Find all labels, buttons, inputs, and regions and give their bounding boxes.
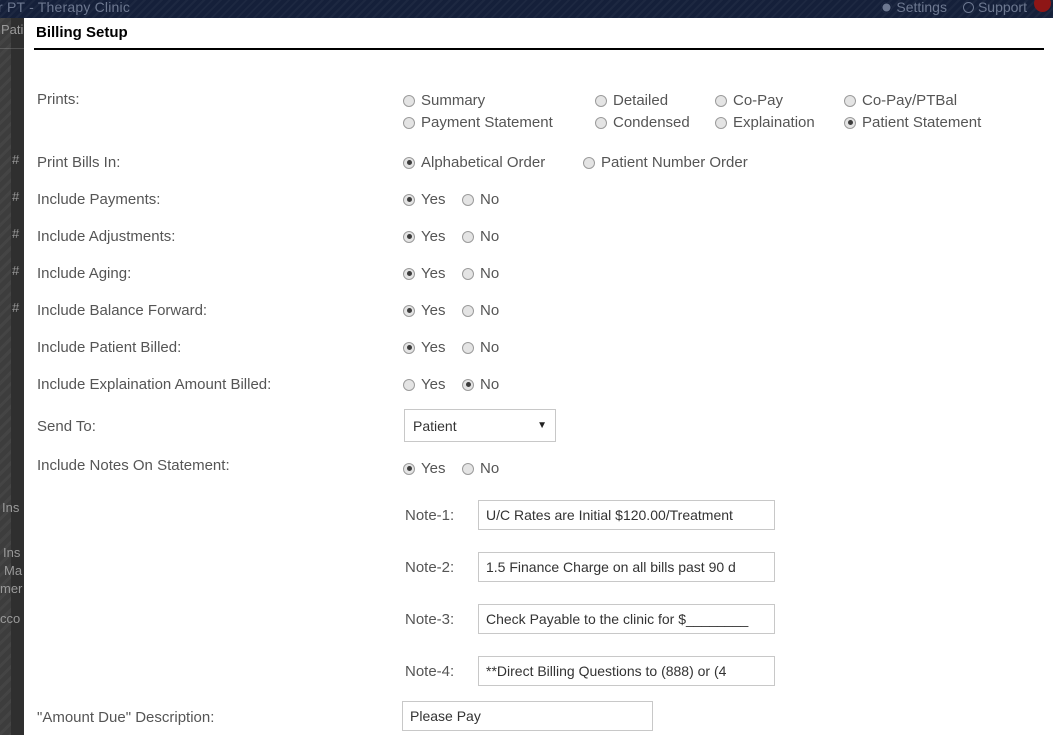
radio-indicator	[715, 116, 727, 129]
radio-indicator	[403, 304, 415, 317]
radio-indicator	[403, 116, 415, 129]
note-1-label: Note-1:	[405, 507, 455, 524]
billing-setup-form: Prints: Summary Detailed Co-Pay Co-Pay/P…	[24, 50, 1053, 735]
background-text-fragment: #	[12, 152, 20, 167]
radio-indicator	[403, 378, 415, 391]
include-balance-forward-label: Include Balance Forward:	[37, 302, 208, 319]
radio-include-balance-forward-yes[interactable]: Yes	[403, 302, 445, 319]
radio-indicator	[583, 156, 595, 169]
send-to-label: Send To:	[37, 418, 96, 435]
note-4-input[interactable]	[478, 656, 775, 686]
radio-include-balance-forward-no[interactable]: No	[462, 302, 499, 319]
include-aging-label: Include Aging:	[37, 265, 132, 282]
radio-explaination[interactable]: Explaination	[715, 114, 815, 131]
page-title: Billing Setup	[36, 24, 128, 41]
amount-due-description-input[interactable]	[402, 701, 653, 731]
note-3-input[interactable]	[478, 604, 775, 634]
radio-indicator	[462, 462, 474, 475]
background-app-content: Pati # # # # # Ins Ins Ma mer cco	[0, 18, 24, 735]
settings-link[interactable]: Settings	[881, 0, 947, 16]
radio-alphabetical-order[interactable]: Alphabetical Order	[403, 154, 545, 171]
radio-payment-statement[interactable]: Payment Statement	[403, 114, 553, 131]
app-top-bar: er PT - Therapy Clinic Settings Support	[0, 0, 1053, 18]
radio-include-notes-no[interactable]: No	[462, 460, 499, 477]
send-to-value: Patient	[413, 417, 457, 434]
background-text-fragment: Ins	[3, 545, 21, 560]
app-title: er PT - Therapy Clinic	[0, 0, 131, 15]
radio-include-adjustments-no[interactable]: No	[462, 228, 499, 245]
radio-include-payments-no[interactable]: No	[462, 191, 499, 208]
settings-label: Settings	[896, 0, 947, 15]
prints-label: Prints:	[37, 91, 80, 108]
support-link[interactable]: Support	[962, 0, 1027, 16]
radio-include-aging-yes[interactable]: Yes	[403, 265, 445, 282]
amount-due-description-label: "Amount Due" Description:	[37, 709, 215, 726]
radio-indicator	[403, 156, 415, 169]
app-top-bar-actions: Settings Support	[881, 0, 1027, 16]
radio-include-patient-billed-no[interactable]: No	[462, 339, 499, 356]
support-label: Support	[977, 0, 1027, 15]
dialog-header: Billing Setup	[24, 18, 1053, 48]
background-text-fragment: #	[12, 263, 20, 278]
radio-indicator	[715, 94, 727, 107]
radio-indicator	[595, 94, 607, 107]
radio-indicator	[403, 462, 415, 475]
note-1-input[interactable]	[478, 500, 775, 530]
background-text-fragment: Ins	[2, 500, 20, 515]
radio-indicator	[462, 341, 474, 354]
background-text-fragment: cco	[0, 611, 21, 626]
radio-patient-number-order[interactable]: Patient Number Order	[583, 154, 748, 171]
radio-summary[interactable]: Summary	[403, 92, 485, 109]
background-text-fragment: #	[12, 300, 20, 315]
radio-indicator	[462, 230, 474, 243]
note-4-label: Note-4:	[405, 663, 455, 680]
radio-indicator	[403, 267, 415, 280]
billing-setup-dialog: Billing Setup Prints: Summary Detailed C…	[24, 18, 1053, 735]
print-bills-in-label: Print Bills In:	[37, 154, 121, 171]
include-adjustments-label: Include Adjustments:	[37, 228, 176, 245]
radio-include-explaination-amount-billed-yes[interactable]: Yes	[403, 376, 445, 393]
radio-include-payments-yes[interactable]: Yes	[403, 191, 445, 208]
include-notes-on-statement-label: Include Notes On Statement:	[37, 457, 230, 474]
background-column	[11, 18, 24, 735]
radio-patient-statement[interactable]: Patient Statement	[844, 114, 981, 131]
include-payments-label: Include Payments:	[37, 191, 161, 208]
radio-include-explaination-amount-billed-no[interactable]: No	[462, 376, 499, 393]
send-to-select[interactable]: Patient ▼	[404, 409, 556, 442]
radio-indicator	[403, 94, 415, 107]
include-patient-billed-label: Include Patient Billed:	[37, 339, 182, 356]
radio-indicator	[403, 230, 415, 243]
radio-indicator	[462, 267, 474, 280]
note-2-input[interactable]	[478, 552, 775, 582]
close-icon[interactable]	[1034, 0, 1051, 12]
background-text-fragment: mer	[0, 581, 23, 596]
note-3-label: Note-3:	[405, 611, 455, 628]
background-text-fragment: Ma	[4, 563, 23, 578]
background-text-fragment: #	[12, 226, 20, 241]
radio-indicator	[462, 193, 474, 206]
radio-indicator	[844, 94, 856, 107]
radio-co-pay-ptbal[interactable]: Co-Pay/PTBal	[844, 92, 957, 109]
radio-indicator	[403, 341, 415, 354]
radio-indicator	[844, 116, 856, 129]
radio-detailed[interactable]: Detailed	[595, 92, 668, 109]
radio-indicator	[403, 193, 415, 206]
background-divider	[0, 48, 24, 49]
chevron-down-icon: ▼	[537, 419, 547, 431]
background-text-fragment: Pati	[1, 22, 24, 37]
radio-indicator	[595, 116, 607, 129]
radio-indicator	[462, 378, 474, 391]
radio-condensed[interactable]: Condensed	[595, 114, 690, 131]
radio-co-pay[interactable]: Co-Pay	[715, 92, 783, 109]
note-2-label: Note-2:	[405, 559, 455, 576]
gear-icon	[881, 1, 893, 13]
radio-include-notes-yes[interactable]: Yes	[403, 460, 445, 477]
radio-indicator	[462, 304, 474, 317]
radio-include-adjustments-yes[interactable]: Yes	[403, 228, 445, 245]
include-explaination-amount-billed-label: Include Explaination Amount Billed:	[37, 376, 272, 393]
help-icon	[962, 1, 974, 13]
radio-include-aging-no[interactable]: No	[462, 265, 499, 282]
background-text-fragment: #	[12, 189, 20, 204]
radio-include-patient-billed-yes[interactable]: Yes	[403, 339, 445, 356]
